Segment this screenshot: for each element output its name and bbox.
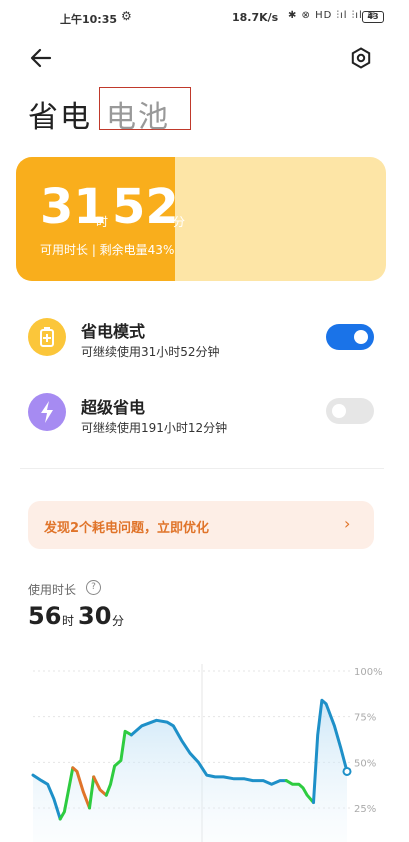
hours-unit: 时 xyxy=(96,215,109,229)
lightning-icon xyxy=(28,393,66,431)
chart-area xyxy=(33,700,347,842)
usage-label: 使用时长 xyxy=(28,583,77,597)
ultra-save-title: 超级省电 xyxy=(81,398,146,417)
remaining-minutes: 52 xyxy=(112,179,179,235)
back-arrow-icon[interactable] xyxy=(28,45,54,71)
battery-chart: 100% 75% 50% 25% xyxy=(31,664,383,842)
tab-battery[interactable]: 电池 xyxy=(106,92,170,136)
power-save-title: 省电模式 xyxy=(81,322,146,341)
y-tick-label: 75% xyxy=(354,713,376,724)
page-title: 省电 xyxy=(28,100,92,135)
minutes-unit: 分 xyxy=(173,215,186,229)
usage-minutes-unit: 分 xyxy=(112,614,125,628)
network-speed: 18.7K/s xyxy=(232,11,279,24)
usage-hours: 56 xyxy=(28,602,62,630)
divider xyxy=(20,468,384,469)
y-tick-label: 50% xyxy=(354,758,376,769)
battery-card[interactable]: 31 时 52 分 可用时长 | 剩余电量43% xyxy=(16,157,386,281)
ultra-save-desc: 可继续使用191小时12分钟 xyxy=(81,421,228,435)
status-bar: 上午10:35 ⚙ 18.7K/s ✱ ⊗ HD ⫶ıl ⫶ıl ≋ 43 xyxy=(0,0,409,34)
chevron-right-icon: › xyxy=(344,514,351,533)
toggle-knob xyxy=(354,330,368,344)
help-icon[interactable]: ? xyxy=(86,580,101,595)
current-point-marker xyxy=(342,766,352,776)
power-save-desc: 可继续使用31小时52分钟 xyxy=(81,345,220,359)
y-tick-label: 100% xyxy=(354,667,383,678)
toggle-knob xyxy=(332,404,346,418)
gear-icon: ⚙ xyxy=(121,9,132,23)
battery-plus-icon xyxy=(28,318,66,356)
battery-icon: 43 xyxy=(362,11,384,23)
optimize-banner[interactable]: 发现2个耗电问题，立即优化 › xyxy=(28,501,374,549)
usage-minutes: 30 xyxy=(78,602,112,630)
ultra-save-toggle[interactable] xyxy=(326,398,374,424)
optimize-text: 发现2个耗电问题，立即优化 xyxy=(44,521,210,536)
settings-gear-icon[interactable] xyxy=(350,47,372,69)
status-time: 上午10:35 xyxy=(60,13,118,26)
usage-hours-unit: 时 xyxy=(62,614,75,628)
power-save-toggle[interactable] xyxy=(326,324,374,350)
y-tick-label: 25% xyxy=(354,804,376,815)
battery-info: 可用时长 | 剩余电量43% xyxy=(40,243,175,257)
